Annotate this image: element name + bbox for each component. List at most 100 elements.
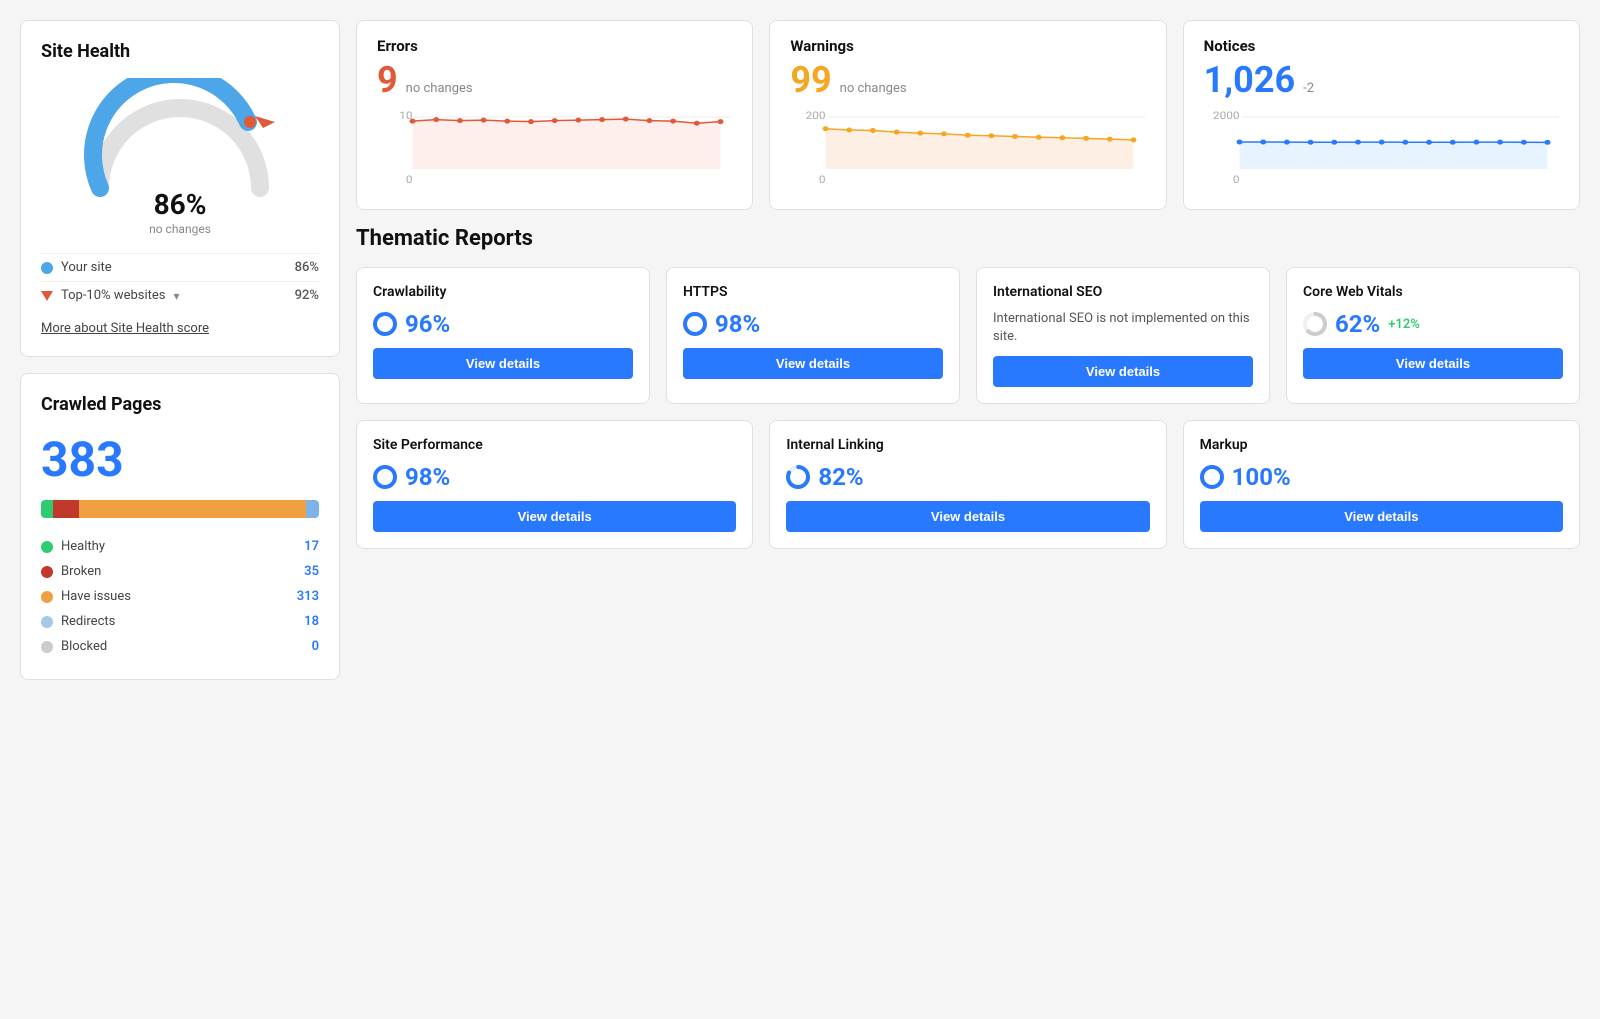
top10-chevron-icon[interactable]: ▾: [173, 289, 179, 303]
warnings-change: no changes: [840, 81, 907, 96]
crawled-legend-label: Have issues: [61, 589, 131, 604]
thematic-top-grid: Crawlability 96%View detailsHTTPS 98%Vie…: [356, 267, 1580, 404]
thematic-card-crawlability: Crawlability 96%View details: [356, 267, 650, 404]
crawled-legend-value: 18: [304, 614, 319, 629]
warnings-number: 99: [790, 59, 831, 101]
thematic-card-title-core-web-vitals: Core Web Vitals: [1303, 284, 1563, 300]
thematic-card-https: HTTPS 98% View details: [666, 267, 960, 404]
thematic-card-title-site-performance: Site Performance: [373, 437, 736, 453]
your-site-label: Your site: [61, 260, 112, 275]
bar-segment: [41, 500, 53, 518]
view-details-btn-internal-linking[interactable]: View details: [786, 501, 1149, 532]
crawled-pages-title: Crawled Pages: [41, 394, 319, 415]
crawled-dot: [41, 541, 53, 553]
crawled-legend-value: 35: [304, 564, 319, 579]
crawled-dot: [41, 591, 53, 603]
donut-icon: [1200, 465, 1224, 489]
errors-chart: 10 0: [377, 109, 732, 189]
crawled-pages-card: Crawled Pages 383 Healthy 17 Broken 35 H…: [20, 373, 340, 680]
crawled-legend-value: 17: [304, 539, 319, 554]
thematic-score-https: 98%: [715, 310, 760, 338]
crawled-legend: Healthy 17 Broken 35 Have issues 313 Red…: [41, 534, 319, 659]
thematic-desc-international-seo: International SEO is not implemented on …: [993, 310, 1253, 346]
crawled-legend-row: Have issues 313: [41, 584, 319, 609]
donut-icon: [373, 312, 397, 336]
more-about-link[interactable]: More about Site Health score: [41, 321, 209, 336]
thematic-score-crawlability: 96%: [405, 310, 450, 338]
thematic-score-row-markup: 100%: [1200, 463, 1563, 491]
thematic-card-title-markup: Markup: [1200, 437, 1563, 453]
top10-value: 92%: [295, 288, 319, 303]
errors-number: 9: [377, 59, 398, 101]
warnings-card: Warnings 99 no changes 200 0: [769, 20, 1166, 210]
crawled-dot: [41, 616, 53, 628]
thematic-card-internal-linking: Internal Linking 82% View details: [769, 420, 1166, 549]
warnings-chart: 200 0: [790, 109, 1145, 189]
gauge-container: 86% no changes: [41, 78, 319, 237]
thematic-score-row-site-performance: 98%: [373, 463, 736, 491]
crawled-legend-row: Broken 35: [41, 559, 319, 584]
thematic-score-row-core-web-vitals: 62%+12%: [1303, 310, 1563, 338]
errors-change: no changes: [406, 81, 473, 96]
crawled-legend-label: Blocked: [61, 639, 107, 654]
thematic-card-title-international-seo: International SEO: [993, 284, 1253, 300]
crawled-legend-label: Healthy: [61, 539, 105, 554]
thematic-score-markup: 100%: [1232, 463, 1291, 491]
donut-icon: [786, 465, 810, 489]
errors-card: Errors 9 no changes 10 0: [356, 20, 753, 210]
thematic-reports-section: Thematic Reports Crawlability 96%View de…: [356, 226, 1580, 549]
crawled-dot: [41, 641, 53, 653]
view-details-btn-site-performance[interactable]: View details: [373, 501, 736, 532]
view-details-btn-crawlability[interactable]: View details: [373, 348, 633, 379]
view-details-btn-https[interactable]: View details: [683, 348, 943, 379]
crawled-legend-label: Redirects: [61, 614, 115, 629]
notices-number: 1,026: [1204, 59, 1295, 101]
svg-text:0: 0: [406, 174, 413, 186]
thematic-score-change-core-web-vitals: +12%: [1388, 317, 1420, 332]
crawled-legend-row: Healthy 17: [41, 534, 319, 559]
thematic-card-markup: Markup 100% View details: [1183, 420, 1580, 549]
crawled-legend-value: 0: [312, 639, 319, 654]
view-details-btn-core-web-vitals[interactable]: View details: [1303, 348, 1563, 379]
svg-text:2000: 2000: [1213, 110, 1240, 122]
donut-icon: [1303, 312, 1327, 336]
notices-card: Notices 1,026 -2 2000 0: [1183, 20, 1580, 210]
thematic-bottom-grid: Site Performance 98%View detailsInternal…: [356, 420, 1580, 549]
your-site-legend: Your site 86%: [41, 253, 319, 281]
thematic-title: Thematic Reports: [356, 226, 1580, 251]
crawled-legend-row: Redirects 18: [41, 609, 319, 634]
thematic-card-title-https: HTTPS: [683, 284, 943, 300]
crawled-count: 383: [41, 431, 319, 488]
crawled-legend-value: 313: [297, 589, 319, 604]
top10-legend: Top-10% websites ▾ 92%: [41, 281, 319, 309]
thematic-score-internal-linking: 82%: [818, 463, 863, 491]
warnings-label: Warnings: [790, 37, 1145, 55]
gauge-svg: [80, 78, 280, 198]
svg-text:0: 0: [1233, 174, 1240, 186]
notices-label: Notices: [1204, 37, 1559, 55]
notices-chart: 2000 0: [1204, 109, 1559, 189]
view-details-btn-markup[interactable]: View details: [1200, 501, 1563, 532]
site-health-title: Site Health: [41, 41, 319, 62]
view-details-btn-international-seo[interactable]: View details: [993, 356, 1253, 387]
thematic-card-title-internal-linking: Internal Linking: [786, 437, 1149, 453]
thematic-score-row-crawlability: 96%: [373, 310, 633, 338]
thematic-card-international-seo: International SEO International SEO is no…: [976, 267, 1270, 404]
your-site-value: 86%: [295, 260, 319, 275]
svg-text:200: 200: [806, 110, 826, 122]
thematic-score-row-internal-linking: 82%: [786, 463, 1149, 491]
donut-icon: [683, 312, 707, 336]
svg-text:0: 0: [819, 174, 826, 186]
thematic-card-site-performance: Site Performance 98% View details: [356, 420, 753, 549]
thematic-score-row-https: 98%: [683, 310, 943, 338]
top10-triangle-icon: [41, 291, 53, 301]
thematic-score-site-performance: 98%: [405, 463, 450, 491]
crawled-dot: [41, 566, 53, 578]
stats-row: Errors 9 no changes 10 0 Warnings 99 no …: [356, 20, 1580, 210]
top10-label: Top-10% websites: [61, 288, 165, 303]
crawled-legend-label: Broken: [61, 564, 101, 579]
bar-segment: [79, 500, 306, 518]
bar-segment: [53, 500, 78, 518]
thematic-card-core-web-vitals: Core Web Vitals 62%+12% View details: [1286, 267, 1580, 404]
crawled-bar: [41, 500, 319, 518]
